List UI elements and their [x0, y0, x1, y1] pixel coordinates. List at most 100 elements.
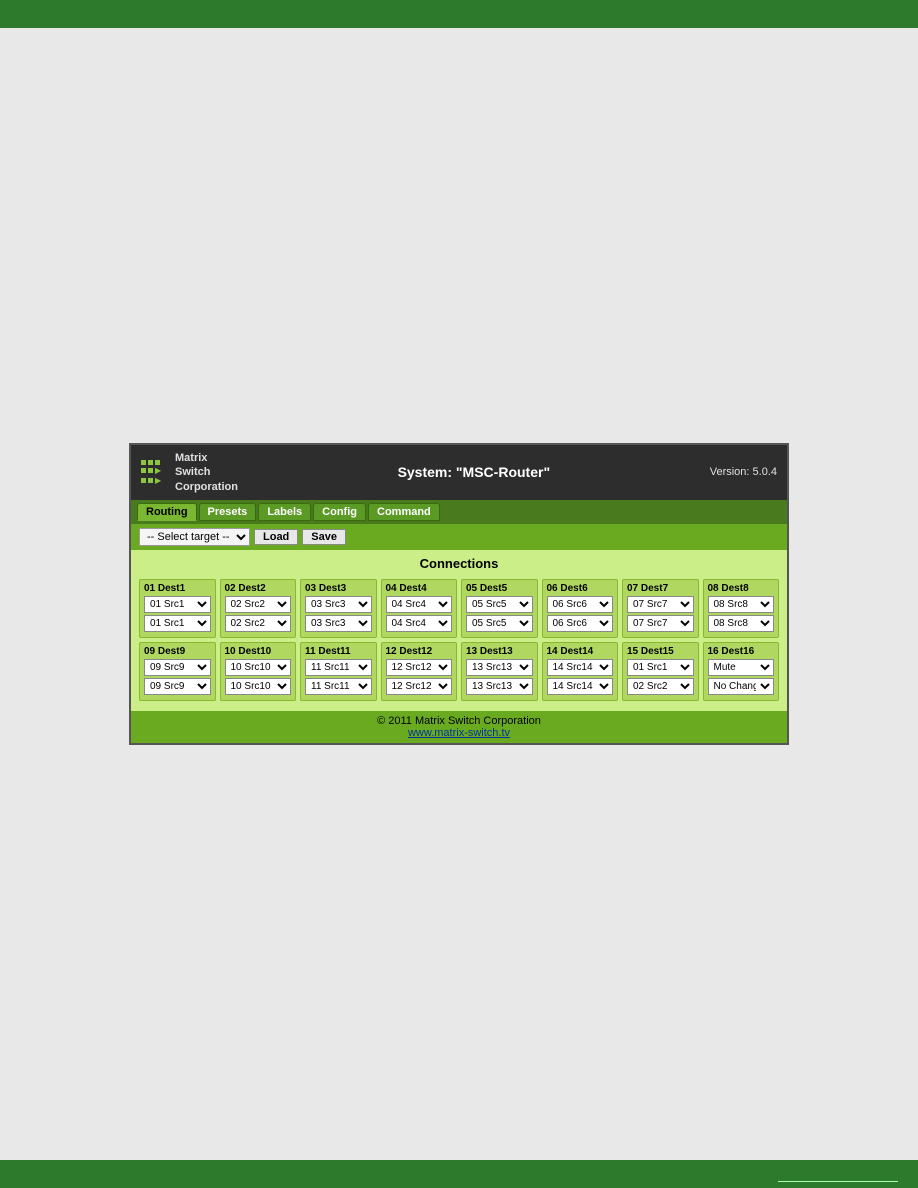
connections-area: Connections 01 Dest1 01 Src102 Src203 Src… — [131, 550, 787, 711]
dest-cell-d04: 04 Dest4 01 Src102 Src204 Src405 Src5 01 S… — [381, 579, 458, 638]
dest-select-d10-row0[interactable]: 10 Src1011 Src1112 Src12 — [225, 659, 292, 676]
dest-label-d11: 11 Dest11 — [305, 646, 372, 657]
dest-label-d06: 06 Dest6 — [547, 583, 614, 594]
dest-label-d13: 13 Dest13 — [466, 646, 533, 657]
save-button[interactable]: Save — [302, 529, 346, 545]
dest-cell-d02: 02 Dest2 01 Src102 Src203 Src304 Src4 01 S… — [220, 579, 297, 638]
dest-label-d15: 15 Dest15 — [627, 646, 694, 657]
dest-cell-d13: 13 Dest13 13 Src1314 Src1415 Src15 13 Src1… — [461, 642, 538, 701]
dest-select-d01-row0[interactable]: 01 Src102 Src203 Src304 Src4 — [144, 596, 211, 613]
dest-label-d12: 12 Dest12 — [386, 646, 453, 657]
version-label: Version: 5.0.4 — [710, 466, 777, 478]
dest-select-d12-row1[interactable]: 12 Src1213 Src1314 Src14 — [386, 678, 453, 695]
router-footer: © 2011 Matrix Switch Corporation www.mat… — [131, 711, 787, 743]
dest-select-d14-row0[interactable]: 14 Src1415 Src1516 Src16 — [547, 659, 614, 676]
dest-select-d06-row0[interactable]: 05 Src506 Src607 Src7 — [547, 596, 614, 613]
dest-cell-d15: 15 Dest15 01 Src102 Src2MuteNo Change 01 S… — [622, 642, 699, 701]
router-header: ▶ ▶ MatrixSwitchCorporation System: "MSC… — [131, 445, 787, 500]
dest-select-d05-row0[interactable]: 05 Src506 Src607 Src7 — [466, 596, 533, 613]
dest-cell-d16: 16 Dest16 MuteNo Change01 Src1 MuteNo Chan… — [703, 642, 780, 701]
footer-copyright: © 2011 Matrix Switch Corporation — [135, 715, 783, 727]
dest-select-d08-row0[interactable]: 07 Src708 Src809 Src9 — [708, 596, 775, 613]
dest-label-d10: 10 Dest10 — [225, 646, 292, 657]
logo-sq-2 — [148, 460, 153, 465]
dest-select-d04-row0[interactable]: 01 Src102 Src204 Src405 Src5 — [386, 596, 453, 613]
dest-label-d07: 07 Dest7 — [627, 583, 694, 594]
dest-cell-d01: 01 Dest1 01 Src102 Src203 Src304 Src4 01 S… — [139, 579, 216, 638]
dest-select-d07-row0[interactable]: 07 Src708 Src809 Src9 — [627, 596, 694, 613]
dest-label-d02: 02 Dest2 — [225, 583, 292, 594]
dest-cell-d03: 03 Dest3 01 Src102 Src203 Src304 Src4 01 S… — [300, 579, 377, 638]
tab-labels[interactable]: Labels — [258, 503, 311, 521]
logo-sq-4 — [141, 468, 146, 473]
dest-select-d03-row1[interactable]: 01 Src102 Src203 Src304 Src4 — [305, 615, 372, 632]
logo-area: ▶ ▶ MatrixSwitchCorporation — [141, 451, 238, 494]
dest-select-d04-row1[interactable]: 01 Src102 Src204 Src405 Src5 — [386, 615, 453, 632]
logo-sq-6 — [141, 478, 146, 483]
logo-arrow-2: ▶ — [155, 477, 161, 485]
dest-select-d15-row0[interactable]: 01 Src102 Src2MuteNo Change — [627, 659, 694, 676]
bottom-bar-link — [778, 1168, 898, 1182]
tab-routing[interactable]: Routing — [137, 503, 197, 521]
dest-cell-d05: 05 Dest5 05 Src506 Src607 Src7 05 Src506 S… — [461, 579, 538, 638]
dest-select-d16-row0[interactable]: MuteNo Change01 Src1 — [708, 659, 775, 676]
dest-select-d14-row1[interactable]: 14 Src1415 Src1516 Src16 — [547, 678, 614, 695]
dest-select-d07-row1[interactable]: 07 Src708 Src809 Src9 — [627, 615, 694, 632]
dest-select-d09-row0[interactable]: 09 Src910 Src1011 Src11 — [144, 659, 211, 676]
dest-select-d03-row0[interactable]: 01 Src102 Src203 Src304 Src4 — [305, 596, 372, 613]
dest-cell-d12: 12 Dest12 12 Src1213 Src1314 Src14 12 Src1… — [381, 642, 458, 701]
dest-cell-d11: 11 Dest11 11 Src1112 Src1213 Src13 11 Src1… — [300, 642, 377, 701]
dest-select-d11-row1[interactable]: 11 Src1112 Src1213 Src13 — [305, 678, 372, 695]
dest-label-d14: 14 Dest14 — [547, 646, 614, 657]
dest-cell-d10: 10 Dest10 10 Src1011 Src1112 Src12 10 Src1… — [220, 642, 297, 701]
target-select[interactable]: -- Select target -- — [139, 528, 250, 546]
logo-arrow-1: ▶ — [155, 467, 161, 475]
dest-select-d06-row1[interactable]: 05 Src506 Src607 Src7 — [547, 615, 614, 632]
main-content: ▶ ▶ MatrixSwitchCorporation System: "MSC… — [0, 28, 918, 1160]
dest-select-d15-row1[interactable]: 01 Src102 Src2MuteNo Change — [627, 678, 694, 695]
load-button[interactable]: Load — [254, 529, 298, 545]
dest-select-d02-row1[interactable]: 01 Src102 Src203 Src304 Src4 — [225, 615, 292, 632]
tab-config[interactable]: Config — [313, 503, 366, 521]
dest-select-d09-row1[interactable]: 09 Src910 Src1011 Src11 — [144, 678, 211, 695]
dest-cell-d07: 07 Dest7 07 Src708 Src809 Src9 07 Src708 S… — [622, 579, 699, 638]
dest-cell-d14: 14 Dest14 14 Src1415 Src1516 Src16 14 Src1… — [542, 642, 619, 701]
toolbar: -- Select target -- Load Save — [131, 524, 787, 550]
dest-select-d02-row0[interactable]: 01 Src102 Src203 Src304 Src4 — [225, 596, 292, 613]
dest-select-d08-row1[interactable]: 07 Src708 Src809 Src9 — [708, 615, 775, 632]
dest-select-d01-row1[interactable]: 01 Src102 Src203 Src304 Src4 — [144, 615, 211, 632]
dest-select-d16-row1[interactable]: MuteNo Change01 Src1 — [708, 678, 775, 695]
dest-label-d01: 01 Dest1 — [144, 583, 211, 594]
connections-grid: 01 Dest1 01 Src102 Src203 Src304 Src4 01 S… — [139, 579, 779, 701]
logo-sq-7 — [148, 478, 153, 483]
dest-cell-d09: 09 Dest9 09 Src910 Src1011 Src11 09 Src910… — [139, 642, 216, 701]
system-title: System: "MSC-Router" — [238, 464, 710, 480]
top-bar — [0, 0, 918, 28]
nav-tabs: Routing Presets Labels Config Command — [131, 500, 787, 524]
footer-url[interactable]: www.matrix-switch.tv — [408, 727, 510, 739]
dest-cell-d08: 08 Dest8 07 Src708 Src809 Src9 07 Src708 S… — [703, 579, 780, 638]
dest-select-d10-row1[interactable]: 10 Src1011 Src1112 Src12 — [225, 678, 292, 695]
dest-select-d13-row0[interactable]: 13 Src1314 Src1415 Src15 — [466, 659, 533, 676]
dest-label-d03: 03 Dest3 — [305, 583, 372, 594]
logo-sq-5 — [148, 468, 153, 473]
dest-select-d13-row1[interactable]: 13 Src1314 Src1415 Src15 — [466, 678, 533, 695]
dest-label-d09: 09 Dest9 — [144, 646, 211, 657]
dest-label-d05: 05 Dest5 — [466, 583, 533, 594]
dest-select-d05-row1[interactable]: 05 Src506 Src607 Src7 — [466, 615, 533, 632]
logo-sq-1 — [141, 460, 146, 465]
dest-cell-d06: 06 Dest6 05 Src506 Src607 Src7 05 Src506 S… — [542, 579, 619, 638]
dest-label-d08: 08 Dest8 — [708, 583, 775, 594]
tab-command[interactable]: Command — [368, 503, 440, 521]
bottom-bar — [0, 1160, 918, 1188]
logo-icon: ▶ ▶ — [141, 458, 169, 486]
dest-label-d16: 16 Dest16 — [708, 646, 775, 657]
connections-title: Connections — [139, 556, 779, 571]
dest-label-d04: 04 Dest4 — [386, 583, 453, 594]
company-name: MatrixSwitchCorporation — [175, 451, 238, 494]
tab-presets[interactable]: Presets — [199, 503, 257, 521]
logo-sq-3 — [155, 460, 160, 465]
router-widget: ▶ ▶ MatrixSwitchCorporation System: "MSC… — [129, 443, 789, 745]
dest-select-d12-row0[interactable]: 12 Src1213 Src1314 Src14 — [386, 659, 453, 676]
dest-select-d11-row0[interactable]: 11 Src1112 Src1213 Src13 — [305, 659, 372, 676]
